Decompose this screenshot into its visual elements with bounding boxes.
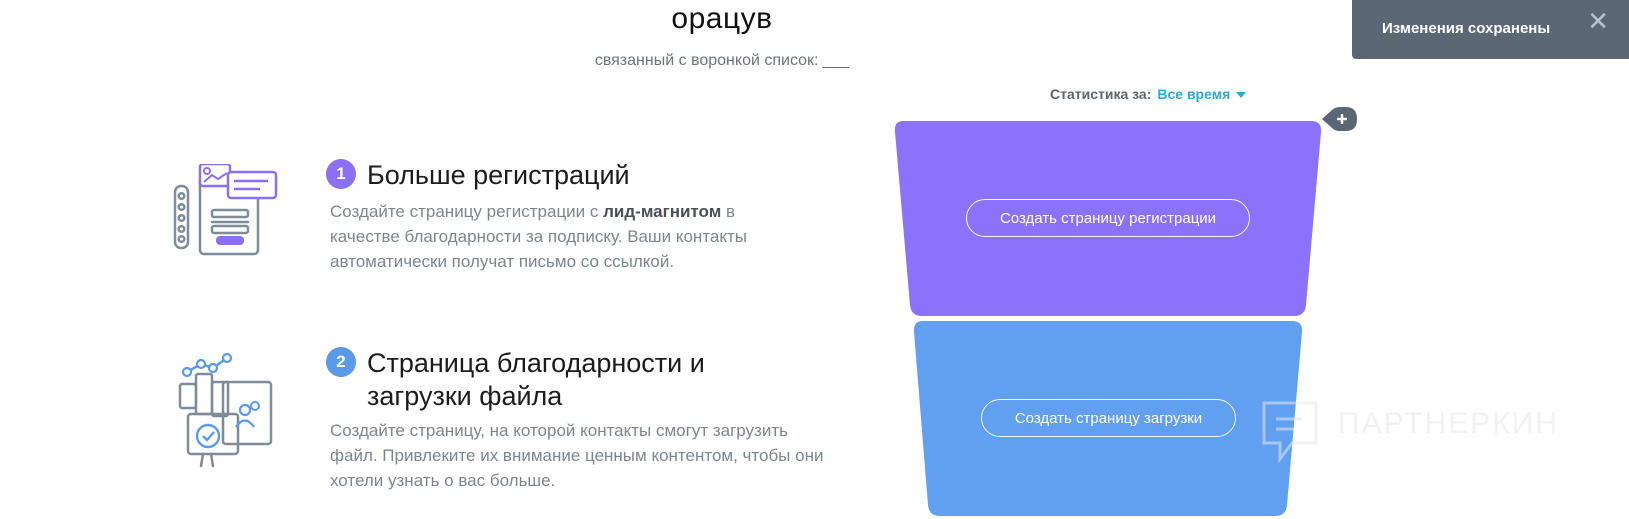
linked-list-info: связанный с воронкой список: ___ [0,52,1444,70]
watermark-text: ПАРТНЕРКИН [1338,407,1559,440]
step-title: Больше регистраций [367,160,630,190]
create-download-page-button[interactable]: Создать страницу загрузки [981,399,1236,437]
create-registration-page-button[interactable]: Создать страницу регистрации [966,199,1250,237]
step-number-badge: 2 [326,347,356,377]
page-title: орацув [671,2,773,35]
step-number-badge: 1 [326,159,356,189]
registration-form-icon [173,164,278,256]
linked-list-value[interactable]: ___ [822,52,849,69]
step-description-text: Создайте страницу регистрации с [330,202,604,221]
download-page-icon [178,352,273,468]
saved-toast: Изменения сохранены ✕ [1352,0,1629,59]
watermark-logo-icon [1262,401,1318,464]
add-step-button[interactable] [1322,106,1358,132]
close-icon[interactable]: ✕ [1587,8,1609,34]
step-description-bold: лид-магнитом [603,202,722,221]
linked-list-label: связанный с воронкой список: [594,52,819,69]
stats-label: Статистика за: [1050,86,1152,102]
step-description: Создайте страницу, на которой контакты с… [330,421,824,490]
toast-message: Изменения сохранены [1382,20,1551,37]
stats-period-selector: Статистика за: Все время [1050,86,1247,102]
step-description: Создайте страницу регистрации с лид-магн… [330,199,800,274]
step-title: Страница благодарности и загрузки файла [367,348,705,411]
stats-period-dropdown[interactable]: Все время [1157,86,1230,102]
chevron-down-icon[interactable] [1236,92,1247,99]
